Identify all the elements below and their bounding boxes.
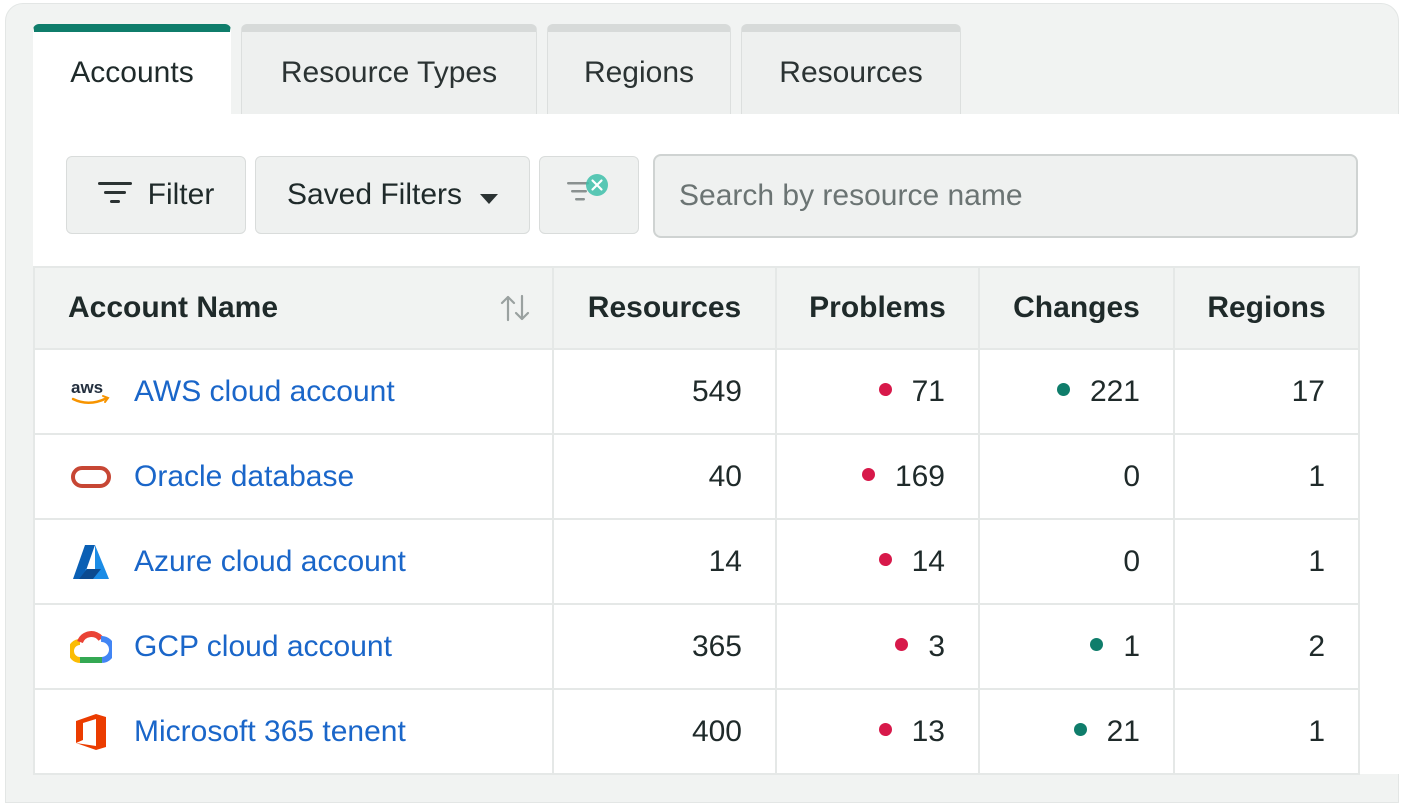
changes-cell: 21 xyxy=(978,688,1175,775)
regions-cell: 1 xyxy=(1173,433,1360,520)
tab-resources[interactable]: Resources xyxy=(741,24,961,114)
regions-cell: 1 xyxy=(1173,518,1360,605)
gcp-logo-icon xyxy=(68,624,114,670)
problem-dot-icon xyxy=(895,638,909,652)
table-row: Oracle database 40 169 0 1 xyxy=(33,433,1360,520)
resources-cell: 365 xyxy=(552,603,777,690)
clear-filter-icon xyxy=(567,173,611,217)
account-link[interactable]: AWS cloud account xyxy=(134,375,395,409)
account-link[interactable]: Oracle database xyxy=(134,460,354,494)
changes-cell: 0 xyxy=(978,433,1175,520)
tab-content: Filter Saved Filters Search by resource … xyxy=(33,114,1399,775)
table-row: GCP cloud account 365 3 1 2 xyxy=(33,603,1360,690)
changes-value: 1 xyxy=(1123,629,1140,663)
saved-filters-label: Saved Filters xyxy=(286,178,463,211)
regions-cell: 17 xyxy=(1173,348,1360,435)
column-header-resources[interactable]: Resources xyxy=(552,266,777,350)
changes-cell: 0 xyxy=(978,518,1175,605)
account-name-cell: Oracle database xyxy=(33,433,554,520)
column-header-regions[interactable]: Regions xyxy=(1173,266,1360,350)
table-row: aws AWS cloud account 549 71 221 17 xyxy=(33,348,1360,435)
change-dot-icon xyxy=(1056,383,1070,397)
regions-cell: 1 xyxy=(1173,688,1360,775)
problems-cell: 71 xyxy=(775,348,980,435)
clear-filters-button[interactable] xyxy=(539,156,639,234)
problems-value: 13 xyxy=(911,714,945,748)
filter-lines-icon xyxy=(97,178,132,212)
table-header-row: Account Name Resources Problems Changes … xyxy=(33,266,1360,350)
accounts-table: Account Name Resources Problems Changes … xyxy=(33,266,1360,775)
oracle-logo-icon xyxy=(68,454,114,500)
resources-cell: 549 xyxy=(552,348,777,435)
problem-dot-icon xyxy=(878,723,892,737)
aws-logo-icon: aws xyxy=(68,369,114,415)
account-link[interactable]: GCP cloud account xyxy=(134,630,392,664)
column-header-problems[interactable]: Problems xyxy=(775,266,980,350)
table-row: Microsoft 365 tenent 400 13 21 1 xyxy=(33,688,1360,775)
resources-cell: 14 xyxy=(552,518,777,605)
changes-value: 221 xyxy=(1089,374,1140,408)
changes-cell: 1 xyxy=(978,603,1175,690)
problems-value: 3 xyxy=(928,629,945,663)
problems-value: 71 xyxy=(911,374,945,408)
caret-down-icon xyxy=(480,178,499,212)
account-name-cell: Azure cloud account xyxy=(33,518,554,605)
changes-value: 21 xyxy=(1106,714,1140,748)
filter-button-label: Filter xyxy=(147,178,215,211)
account-link[interactable]: Azure cloud account xyxy=(134,545,406,579)
change-dot-icon xyxy=(1073,723,1087,737)
tab-accounts[interactable]: Accounts xyxy=(33,24,231,114)
account-link[interactable]: Microsoft 365 tenent xyxy=(134,715,406,749)
account-name-cell: aws AWS cloud account xyxy=(33,348,554,435)
problems-cell: 13 xyxy=(775,688,980,775)
resources-cell: 400 xyxy=(552,688,777,775)
tab-resource-types[interactable]: Resource Types xyxy=(241,24,537,114)
column-header-changes[interactable]: Changes xyxy=(978,266,1175,350)
table-row: Azure cloud account 14 14 0 1 xyxy=(33,518,1360,605)
column-header-account-name[interactable]: Account Name xyxy=(33,266,554,350)
account-name-cell: Microsoft 365 tenent xyxy=(33,688,554,775)
problem-dot-icon xyxy=(861,468,875,482)
changes-cell: 221 xyxy=(978,348,1175,435)
problems-value: 14 xyxy=(911,544,945,578)
regions-cell: 2 xyxy=(1173,603,1360,690)
problems-cell: 3 xyxy=(775,603,980,690)
column-header-label: Account Name xyxy=(68,291,279,324)
change-dot-icon xyxy=(1090,638,1104,652)
search-input[interactable] xyxy=(653,154,1358,238)
problems-cell: 14 xyxy=(775,518,980,605)
problem-dot-icon xyxy=(878,383,892,397)
problem-dot-icon xyxy=(878,553,892,567)
microsoft-365-logo-icon xyxy=(68,709,114,755)
svg-text:aws: aws xyxy=(71,378,103,397)
problems-cell: 169 xyxy=(775,433,980,520)
azure-logo-icon xyxy=(68,539,114,585)
sort-arrows-icon[interactable] xyxy=(500,294,530,330)
problems-value: 169 xyxy=(894,459,945,493)
saved-filters-dropdown[interactable]: Saved Filters xyxy=(255,156,530,234)
tab-bar: Accounts Resource Types Regions Resource… xyxy=(33,24,961,114)
resources-cell: 40 xyxy=(552,433,777,520)
tab-regions[interactable]: Regions xyxy=(547,24,731,114)
filter-button[interactable]: Filter xyxy=(66,156,246,234)
account-name-cell: GCP cloud account xyxy=(33,603,554,690)
